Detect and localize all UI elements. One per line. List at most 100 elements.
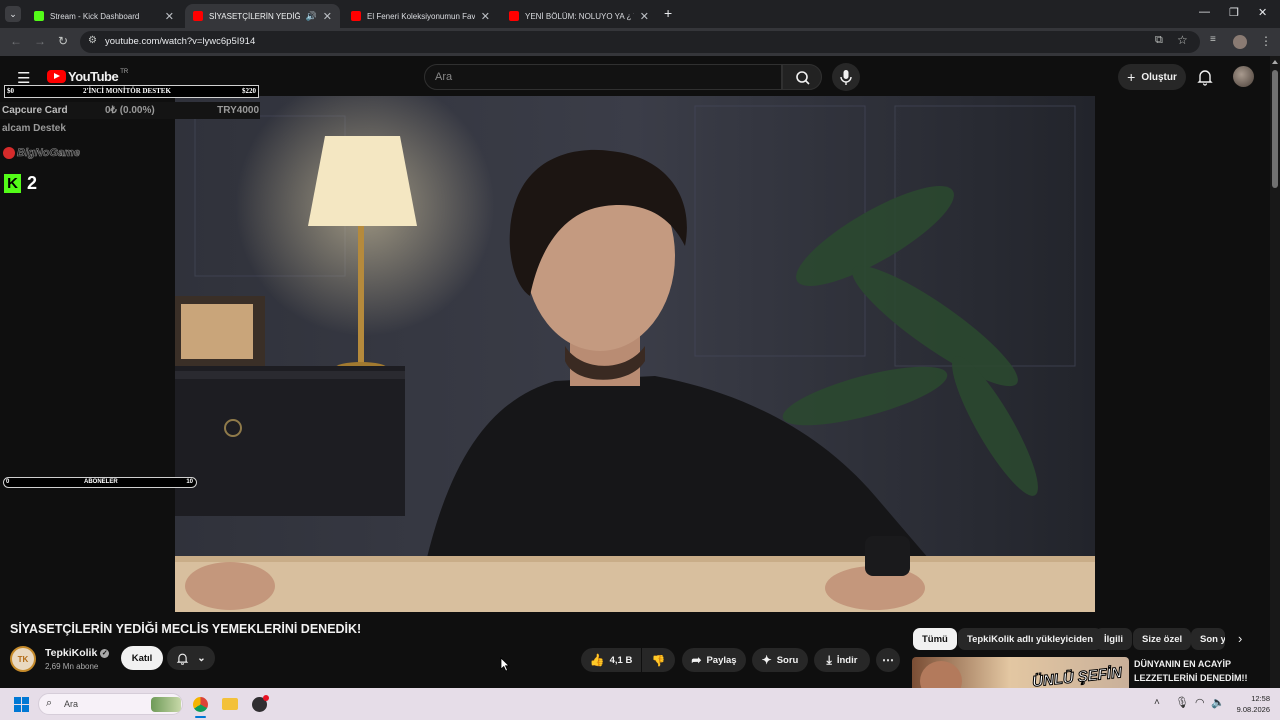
tab-search-button[interactable]: ⌄ — [5, 6, 21, 22]
speaker-icon[interactable]: 🔊 — [306, 11, 317, 22]
capcure-target: TRY4000 — [217, 105, 259, 116]
tab-kick-dashboard[interactable]: Stream - Kick Dashboard ✕ — [26, 4, 182, 28]
youtube-logo[interactable]: YouTube TR — [47, 69, 128, 84]
kick-count: 2 — [27, 173, 38, 193]
search-button[interactable] — [782, 64, 822, 90]
channel-name-text: TepkiKolik — [45, 647, 98, 659]
recommended-title-line2: LEZZETLERİNİ DENEDİM!! — [1134, 673, 1248, 683]
search-input[interactable]: Ara — [424, 64, 782, 90]
windows-taskbar: ⌕ Ara ˄ 🎙 ◠ 🔈 12:58 9.08.2026 — [0, 688, 1280, 720]
search-placeholder: Ara — [435, 71, 453, 83]
chips-next-chevron-icon[interactable]: › — [1238, 631, 1242, 646]
download-label: İndir — [836, 654, 858, 666]
back-icon[interactable]: ← — [10, 34, 22, 48]
chip-for-you[interactable]: Size özel — [1133, 628, 1192, 650]
youtube-page: ☰ YouTube TR Ara + Oluştur $0 2'İNCİ MON… — [0, 56, 1280, 688]
video-title: SİYASETÇİLERİN YEDİĞİ MECLİS YEMEKLERİNİ… — [10, 622, 362, 636]
sparkle-icon: ✦ — [761, 653, 772, 667]
site-info-icon[interactable]: ⚙ — [88, 35, 97, 46]
tab-el-feneri[interactable]: El Feneri Koleksiyonumun Favo ✕ — [343, 4, 498, 28]
join-label: Katıl — [131, 652, 153, 664]
chevron-down-icon: ⌄ — [197, 652, 206, 664]
share-button[interactable]: ➦ Paylaş — [682, 648, 746, 672]
goal-start-amount: $0 — [7, 87, 14, 95]
youtube-wordmark: YouTube — [68, 69, 119, 84]
close-tab-icon[interactable]: ✕ — [481, 10, 490, 23]
close-window-icon[interactable]: ✕ — [1258, 6, 1267, 19]
chrome-taskbar-icon[interactable] — [193, 697, 208, 712]
file-explorer-icon[interactable] — [222, 698, 238, 710]
chip-label: TepkiKolik adlı yükleyiciden — [967, 633, 1094, 645]
video-player[interactable] — [175, 96, 1095, 612]
more-actions-button[interactable]: ⋯ — [876, 648, 900, 672]
join-button[interactable]: Katıl — [121, 646, 163, 670]
ask-button[interactable]: ✦ Soru — [752, 648, 808, 672]
tab-yeni-bolum[interactable]: YENİ BÖLÜM: NOLUYO YA ¿ VS ✕ — [501, 4, 657, 28]
clock-date: 9.08.2026 — [1236, 705, 1270, 714]
tab-title: SİYASETÇİLERİN YEDİĞİ ME — [209, 11, 300, 21]
channel-avatar-text: TK — [17, 654, 29, 664]
minimize-icon[interactable]: — — [1199, 6, 1210, 18]
close-tab-icon[interactable]: ✕ — [165, 10, 174, 23]
channel-avatar[interactable]: TK — [10, 646, 36, 672]
new-tab-button[interactable]: + — [664, 5, 672, 21]
voice-search-button[interactable] — [832, 63, 860, 91]
like-count: 4,1 B — [609, 654, 633, 666]
chip-all[interactable]: Tümü — [913, 628, 957, 650]
page-scrollbar[interactable] — [1270, 56, 1280, 688]
recommended-title[interactable]: DÜNYANIN EN ACAYİP LEZZETLERİNİ DENEDİM!… — [1134, 657, 1248, 685]
bignogame-brand: BigNoGame — [3, 147, 80, 159]
scroll-up-arrow-icon[interactable] — [1272, 60, 1278, 64]
download-icon: ⤓ — [826, 652, 832, 667]
wifi-icon[interactable]: ◠ — [1195, 696, 1205, 709]
scrollbar-thumb[interactable] — [1272, 70, 1278, 188]
address-bar[interactable]: ⚙ youtube.com/watch?v=lywc6p5I914 ⧉ ☆ — [80, 31, 1200, 53]
microphone-icon — [840, 70, 852, 85]
tab-title: YENİ BÖLÜM: NOLUYO YA ¿ VS — [525, 11, 634, 21]
bookmark-star-icon[interactable]: ☆ — [1177, 33, 1188, 47]
clock[interactable]: 12:58 9.08.2026 — [1230, 693, 1270, 715]
chip-label: Tümü — [922, 633, 948, 645]
browser-toolbar: ← → ↻ ⚙ youtube.com/watch?v=lywc6p5I914 … — [0, 28, 1280, 56]
chip-label: Size özel — [1142, 633, 1183, 645]
subscription-bell-button[interactable]: ⌄ — [167, 646, 215, 670]
reload-icon[interactable]: ↻ — [58, 34, 68, 48]
mouse-cursor-icon — [500, 657, 510, 672]
tab-title: Stream - Kick Dashboard — [50, 11, 140, 21]
restore-icon[interactable]: ❐ — [1229, 6, 1239, 19]
chip-label: İlgili — [1104, 633, 1123, 645]
search-icon — [796, 71, 810, 85]
forward-icon[interactable]: → — [34, 34, 46, 48]
youtube-play-icon — [47, 70, 66, 83]
video-frame — [175, 96, 1095, 612]
close-tab-icon[interactable]: ✕ — [323, 10, 332, 23]
chip-related[interactable]: İlgili — [1095, 628, 1132, 650]
tray-overflow-chevron-icon[interactable]: ˄ — [1154, 697, 1160, 708]
create-button[interactable]: + Oluştur — [1118, 64, 1186, 90]
profile-avatar[interactable] — [1233, 35, 1247, 49]
account-avatar[interactable] — [1233, 66, 1254, 87]
download-button[interactable]: ⤓ İndir — [814, 648, 870, 672]
subscribers-goal-bar: 0 ABONELER 10 — [3, 477, 197, 488]
like-button[interactable]: 👍 4,1 B — [581, 648, 641, 672]
tab-youtube-video[interactable]: SİYASETÇİLERİN YEDİĞİ ME 🔊 ✕ — [185, 4, 340, 28]
chip-uploader[interactable]: TepkiKolik adlı yükleyiciden — [958, 628, 1103, 650]
channel-name[interactable]: TepkiKolik ✓ — [45, 647, 110, 659]
menu-kebab-icon[interactable]: ⋮ — [1260, 34, 1272, 48]
notifications-bell-icon[interactable] — [1196, 68, 1214, 86]
chip-recent[interactable]: Son y — [1191, 628, 1225, 650]
thumbs-down-icon: 👍 — [651, 653, 666, 666]
search-highlight-image — [151, 697, 181, 712]
volume-icon[interactable]: 🔈 — [1211, 696, 1225, 709]
install-app-icon[interactable]: ⧉ — [1155, 34, 1163, 47]
youtube-favicon-icon — [193, 11, 203, 21]
media-control-icon[interactable]: ≡ — [1210, 34, 1216, 45]
windows-start-icon[interactable] — [14, 697, 29, 712]
goal-end-amount: $220 — [242, 87, 256, 95]
recommended-thumbnail[interactable]: ÜNLÜ ŞEFİN — [912, 657, 1129, 688]
close-tab-icon[interactable]: ✕ — [640, 10, 649, 23]
microphone-tray-icon[interactable]: 🎙 — [1175, 696, 1189, 709]
taskbar-search[interactable]: ⌕ Ara — [38, 693, 183, 715]
dislike-button[interactable]: 👍 — [642, 648, 675, 672]
subs-end: 10 — [186, 479, 193, 485]
